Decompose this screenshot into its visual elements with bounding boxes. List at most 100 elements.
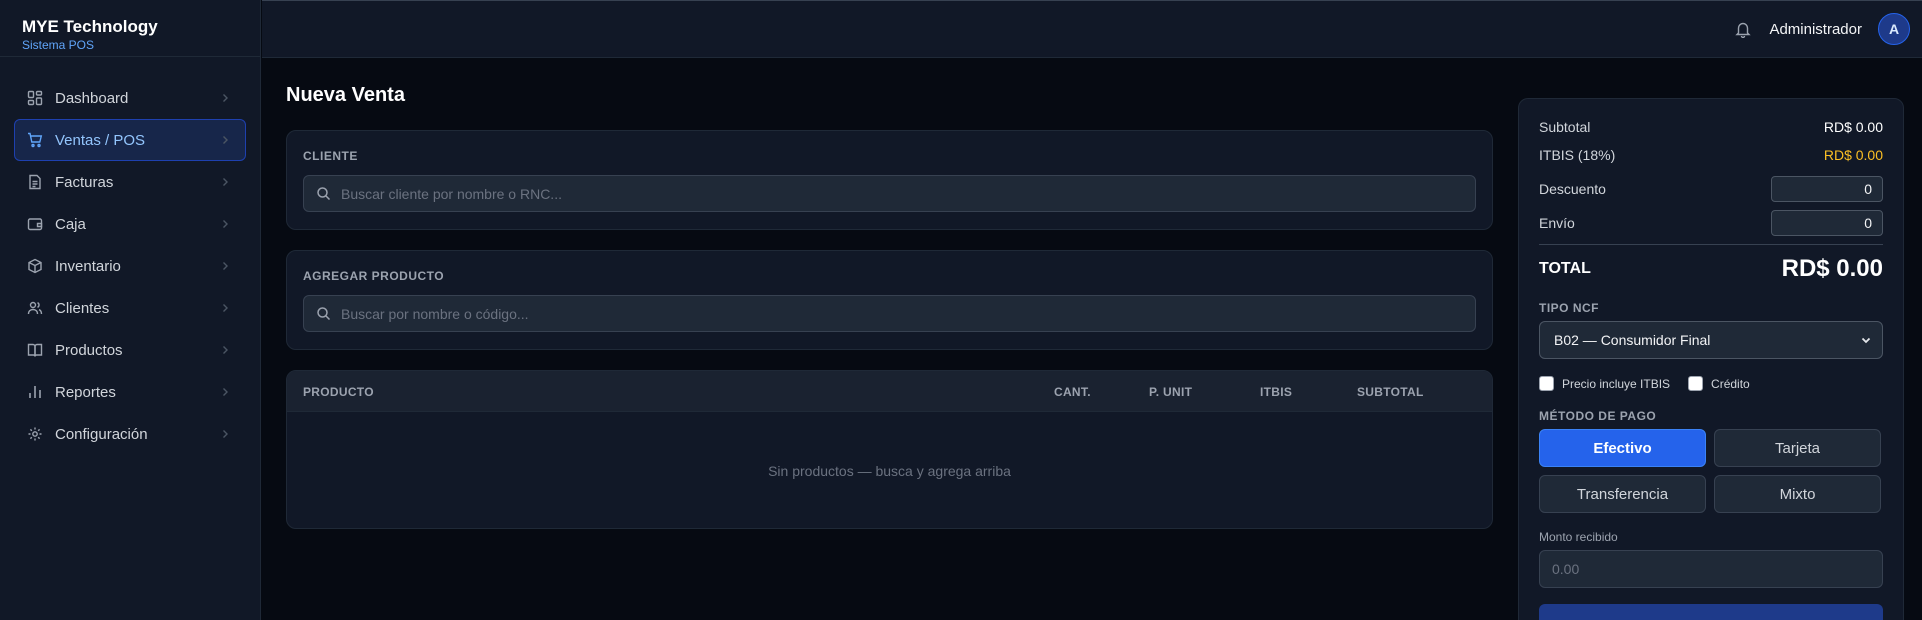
avatar[interactable]: A [1878,13,1910,45]
chevron-right-icon [219,386,231,398]
chevron-right-icon [219,302,231,314]
monto-input[interactable] [1552,561,1882,577]
sidebar-item-inventario[interactable]: Inventario [14,245,246,287]
descuento-input[interactable] [1771,176,1883,202]
chevron-right-icon [219,92,231,104]
producto-search-input[interactable] [341,305,1475,322]
sidebar-item-label: Clientes [55,299,110,317]
subtotal-row: Subtotal RD$ 0.00 [1539,119,1883,135]
empty-message: Sin productos — busca y agrega arriba [768,463,1011,479]
table-header: PRODUCTO CANT. P. UNIT ITBIS SUBTOTAL [287,371,1492,412]
divider [1539,244,1883,245]
page-title: Nueva Venta [286,84,405,106]
column-header-p-unit: P. UNIT [1149,385,1193,399]
ncf-selected-value: B02 — Consumidor Final [1554,332,1711,348]
monto-field[interactable] [1539,550,1883,588]
gear-icon [27,426,43,442]
book-icon [27,342,43,358]
topbar: Administrador A [262,0,1922,58]
cliente-search-input[interactable] [341,185,1475,202]
itbis-value: RD$ 0.00 [1823,147,1883,163]
ncf-label: TIPO NCF [1539,301,1599,315]
chevron-right-icon [219,134,231,146]
monto-label: Monto recibido [1539,530,1618,544]
sidebar-item-reportes[interactable]: Reportes [14,371,246,413]
pay-tarjeta-button[interactable]: Tarjeta [1714,429,1881,467]
ncf-select[interactable]: B02 — Consumidor Final [1539,321,1883,359]
checkbox-box[interactable] [1688,376,1704,391]
sidebar: MYE Technology Sistema POS Dashboard Ven… [0,0,261,620]
envio-label: Envío [1539,215,1575,231]
producto-search[interactable] [303,295,1476,332]
summary-panel: Subtotal RD$ 0.00 ITBIS (18%) RD$ 0.00 D… [1518,98,1904,620]
producto-card: AGREGAR PRODUCTO [286,250,1493,350]
sidebar-item-label: Facturas [55,173,114,191]
products-table: PRODUCTO CANT. P. UNIT ITBIS SUBTOTAL Si… [286,370,1493,529]
file-icon [27,174,43,190]
pay-mixto-button[interactable]: Mixto [1714,475,1881,513]
total-row: TOTAL RD$ 0.00 [1539,255,1883,283]
sidebar-item-ventas-pos[interactable]: Ventas / POS [14,119,246,161]
column-header-itbis: ITBIS [1260,385,1293,399]
submit-button[interactable] [1539,604,1883,620]
total-value: RD$ 0.00 [1781,255,1883,282]
sidebar-item-dashboard[interactable]: Dashboard [14,77,246,119]
bell-icon[interactable] [1734,20,1752,39]
checkbox-box[interactable] [1539,376,1554,391]
column-header-producto: PRODUCTO [303,385,374,399]
bar-chart-icon [27,384,43,400]
cliente-card: CLIENTE [286,130,1493,230]
sidebar-item-clientes[interactable]: Clientes [14,287,246,329]
descuento-label: Descuento [1539,181,1606,197]
dashboard-icon [27,90,43,106]
options-checks: Precio incluye ITBIS Crédito [1539,376,1768,391]
total-label: TOTAL [1539,260,1591,277]
wallet-icon [27,216,43,232]
pay-efectivo-button[interactable]: Efectivo [1539,429,1706,467]
sidebar-item-facturas[interactable]: Facturas [14,161,246,203]
sidebar-item-label: Productos [55,341,123,359]
subtotal-value: RD$ 0.00 [1823,119,1883,135]
brand: MYE Technology Sistema POS [0,0,260,57]
cart-icon [27,132,43,148]
descuento-row: Descuento [1539,176,1883,202]
sidebar-item-productos[interactable]: Productos [14,329,246,371]
precio-incluye-itbis-checkbox[interactable]: Precio incluye ITBIS [1539,376,1670,391]
sidebar-item-label: Ventas / POS [55,131,146,149]
payment-method-label: MÉTODO DE PAGO [1539,409,1657,423]
chevron-right-icon [219,260,231,272]
sidebar-item-label: Dashboard [55,89,129,107]
user-name[interactable]: Administrador [1769,21,1862,38]
sidebar-item-label: Inventario [55,257,121,275]
itbis-row: ITBIS (18%) RD$ 0.00 [1539,147,1883,163]
producto-label: AGREGAR PRODUCTO [303,269,445,283]
cliente-label: CLIENTE [303,149,358,163]
search-icon [316,186,331,201]
credito-label: Crédito [1711,376,1750,391]
chevron-down-icon [1860,334,1872,346]
chevron-right-icon [219,344,231,356]
credito-checkbox[interactable]: Crédito [1688,376,1750,391]
sidebar-item-configuracion[interactable]: Configuración [14,413,246,455]
users-icon [27,300,43,316]
search-icon [316,306,331,321]
chevron-right-icon [219,218,231,230]
precio-incluye-itbis-label: Precio incluye ITBIS [1562,376,1671,391]
envio-input[interactable] [1771,210,1883,236]
brand-subtitle: Sistema POS [22,38,95,52]
cliente-search[interactable] [303,175,1476,212]
column-header-cant: CANT. [1054,385,1091,399]
box-icon [27,258,43,274]
column-header-subtotal: SUBTOTAL [1357,385,1424,399]
chevron-right-icon [219,428,231,440]
sidebar-item-label: Reportes [55,383,116,401]
sidebar-item-label: Configuración [55,425,148,443]
pay-transferencia-button[interactable]: Transferencia [1539,475,1706,513]
chevron-right-icon [219,176,231,188]
itbis-label: ITBIS (18%) [1539,147,1616,163]
brand-title: MYE Technology [22,17,158,36]
sidebar-item-label: Caja [55,215,86,233]
envio-row: Envío [1539,210,1883,236]
sidebar-item-caja[interactable]: Caja [14,203,246,245]
sidebar-nav: Dashboard Ventas / POS Facturas Caja Inv… [0,57,260,455]
